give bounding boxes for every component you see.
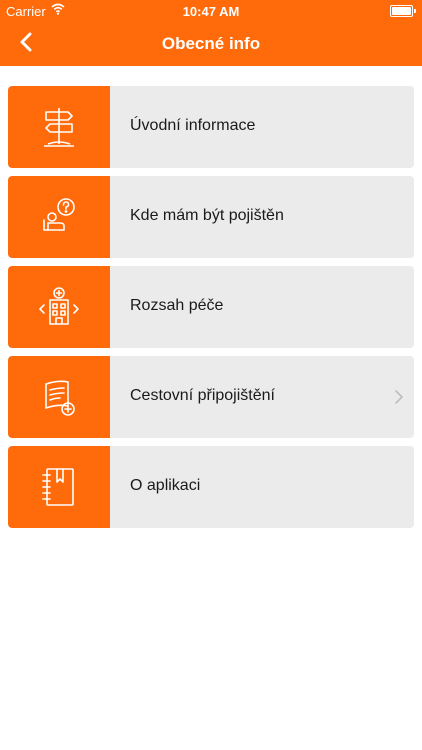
- page-title: Obecné info: [161, 34, 261, 53]
- menu-item-label: Cestovní připojištění: [130, 387, 275, 404]
- travel-card-plus-icon: [45, 380, 75, 416]
- menu-item-label: O aplikaci: [130, 477, 201, 494]
- menu-item-label: Úvodní informace: [130, 117, 256, 134]
- person-question-icon: [43, 198, 75, 231]
- menu-item-label: Kde mám být pojištěn: [130, 207, 284, 224]
- navigation-bar: Obecné info: [0, 22, 422, 66]
- menu-list: Úvodní informace Kde mám být pojištěn Ro…: [8, 86, 414, 536]
- signpost-icon: [44, 108, 74, 147]
- menu-item-icon-box: [8, 86, 110, 168]
- menu-item-rozsah-pece[interactable]: Rozsah péče: [8, 266, 414, 348]
- status-bar: Carrier 10:47 AM: [0, 0, 422, 22]
- menu-item-icon-box: [8, 356, 110, 438]
- menu-item-cestovni-pripojisteni[interactable]: Cestovní připojištění: [8, 356, 414, 438]
- menu-item-icon-box: [8, 176, 110, 258]
- status-time: 10:47 AM: [182, 4, 240, 19]
- chevron-right-icon: [395, 390, 403, 404]
- menu-item-kde-mam-byt-pojisten[interactable]: Kde mám být pojištěn: [8, 176, 414, 258]
- menu-item-icon-box: [8, 266, 110, 348]
- menu-item-label: Rozsah péče: [130, 297, 224, 314]
- hospital-icon: [39, 287, 79, 325]
- menu-item-o-aplikaci[interactable]: O aplikaci: [8, 446, 414, 528]
- menu-item-icon-box: [8, 446, 110, 528]
- top-bar: Carrier 10:47 AM Obecné info: [0, 0, 422, 66]
- menu-item-uvodni-informace[interactable]: Úvodní informace: [8, 86, 414, 168]
- battery-icon: [390, 5, 416, 17]
- notebook-icon: [42, 468, 74, 506]
